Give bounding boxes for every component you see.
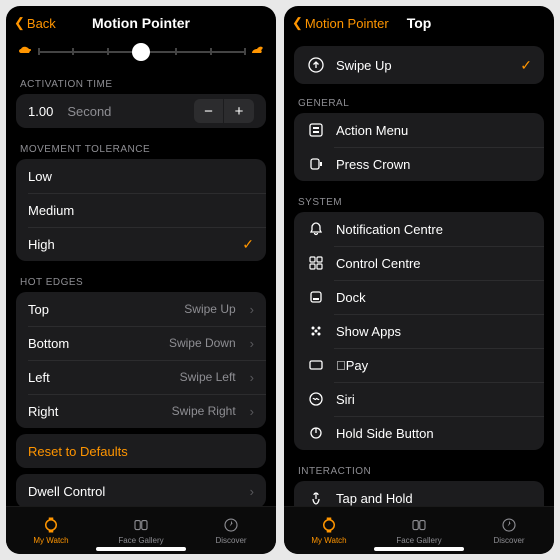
sensitivity-slider[interactable] [16,40,266,69]
hold-side-button-row[interactable]: Hold Side Button [294,416,544,450]
apps-icon [306,323,326,339]
home-indicator[interactable] [96,547,186,551]
page-title: Motion Pointer [92,15,190,31]
tolerance-option-medium[interactable]: Medium [16,193,266,227]
right-screen: ❮ Motion Pointer Top Swipe Up ✓ GENERAL [284,6,554,554]
slider-knob[interactable] [132,43,150,61]
siri-row[interactable]: Siri [294,382,544,416]
power-icon [306,425,326,441]
stepper-minus-button[interactable]: − [194,99,224,123]
tap-hold-icon [306,490,326,506]
action-menu-row[interactable]: Action Menu [294,113,544,147]
hotedge-row-bottom[interactable]: Bottom Swipe Down › [16,326,266,360]
dock-row[interactable]: Dock [294,280,544,314]
check-icon: ✓ [520,57,532,74]
section-header-activation: ACTIVATION TIME [16,69,266,94]
notification-centre-row[interactable]: Notification Centre [294,212,544,246]
chevron-right-icon: › [250,404,254,419]
navbar: ❮ Back Motion Pointer [6,6,276,40]
page-title: Top [407,15,432,31]
activation-time-unit: Second [67,104,184,119]
stepper-plus-button[interactable]: + [224,99,254,123]
control-centre-row[interactable]: Control Centre [294,246,544,280]
back-label: Motion Pointer [305,16,389,31]
navbar: ❮ Motion Pointer Top [284,6,554,40]
section-header-interaction: INTERACTION [294,456,544,481]
section-header-system: SYSTEM [294,187,544,212]
dwell-control-row[interactable]: Dwell Control › [16,474,266,506]
show-apps-row[interactable]: Show Apps [294,314,544,348]
home-indicator[interactable] [374,547,464,551]
chevron-right-icon: › [250,302,254,317]
hotedge-row-right[interactable]: Right Swipe Right › [16,394,266,428]
chevron-right-icon: › [250,370,254,385]
activation-time-value: 1.00 [28,104,53,119]
tap-and-hold-row[interactable]: Tap and Hold [294,481,544,506]
left-screen: ❮ Back Motion Pointer [6,6,276,554]
action-menu-icon [306,122,326,138]
reset-to-defaults-button[interactable]: Reset to Defaults [16,434,266,468]
tab-discover[interactable]: Discover [186,507,276,554]
tab-discover[interactable]: Discover [464,507,554,554]
tab-my-watch[interactable]: My Watch [6,507,96,554]
control-centre-icon [306,255,326,271]
chevron-left-icon: ❮ [14,15,25,31]
apple-pay-icon [306,357,326,373]
back-label: Back [27,16,56,31]
check-icon: ✓ [242,236,254,253]
hotedge-row-top[interactable]: Top Swipe Up › [16,292,266,326]
tortoise-icon [18,44,32,59]
bell-icon [306,221,326,237]
selected-action-row[interactable]: Swipe Up ✓ [294,46,544,84]
tab-my-watch[interactable]: My Watch [284,507,374,554]
tolerance-option-low[interactable]: Low [16,159,266,193]
hare-icon [250,44,264,59]
siri-icon [306,391,326,407]
section-header-hotedges: HOT EDGES [16,267,266,292]
press-crown-icon [306,156,326,172]
chevron-right-icon: › [250,484,254,499]
swipe-up-icon [306,57,326,73]
activation-time-stepper: − + [194,99,254,123]
back-button[interactable]: ❮ Motion Pointer [292,15,389,31]
back-button[interactable]: ❮ Back [14,15,56,31]
activation-time-row: 1.00 Second − + [16,94,266,128]
apple-pay-row[interactable]: Pay [294,348,544,382]
press-crown-row[interactable]: Press Crown [294,147,544,181]
tab-bar: My Watch Face Gallery Discover [284,506,554,554]
section-header-general: GENERAL [294,88,544,113]
tolerance-option-high[interactable]: High ✓ [16,227,266,261]
tab-bar: My Watch Face Gallery Discover [6,506,276,554]
section-header-tolerance: MOVEMENT TOLERANCE [16,134,266,159]
chevron-right-icon: › [250,336,254,351]
hotedge-row-left[interactable]: Left Swipe Left › [16,360,266,394]
dock-icon [306,289,326,305]
chevron-left-icon: ❮ [292,15,303,31]
